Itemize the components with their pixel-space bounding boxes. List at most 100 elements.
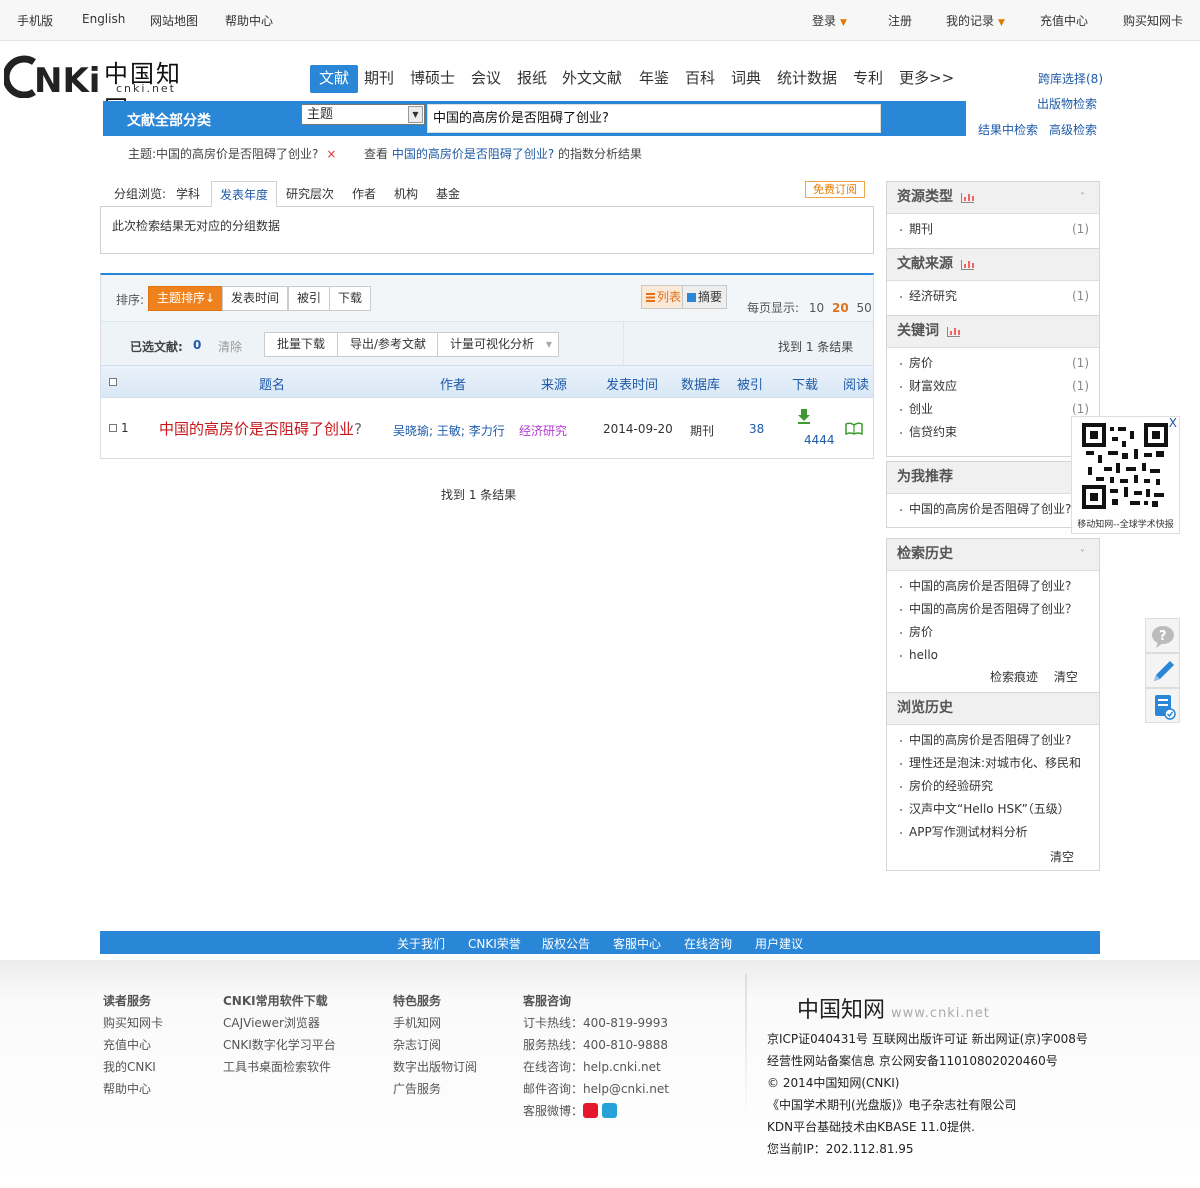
cross-db-link[interactable]: 跨库选择(8) [1038,70,1103,87]
help-link[interactable]: 帮助中心 [225,12,273,29]
per-page-20[interactable]: 20 [832,301,849,315]
view-list-button[interactable]: 列表 [641,285,687,309]
online-consult-link[interactable]: 在线咨询 [684,935,732,952]
search-trace-link[interactable]: 检索痕迹 [990,670,1038,684]
free-subscribe-button[interactable]: 免费订阅 [805,181,865,198]
honor-link[interactable]: CNKI荣誉 [468,935,521,952]
header-date[interactable]: 发表时间 [606,374,658,393]
tab-newspaper[interactable]: 报纸 [517,65,547,93]
sidebar-item[interactable]: 中国的高房价是否阻碍了创业? [887,729,1099,752]
about-link[interactable]: 关于我们 [397,935,445,952]
footer-link[interactable]: 广告服务 [393,1080,477,1102]
tab-yearbook[interactable]: 年鉴 [639,65,669,93]
recharge-link[interactable]: 充值中心 [1040,12,1088,29]
sidebar-item[interactable]: 房价 (1) [887,352,1099,375]
download-icon[interactable] [797,408,811,424]
read-book-icon[interactable] [845,422,863,435]
download-count[interactable]: 4444 [804,433,835,447]
close-icon[interactable]: × [326,147,336,161]
advanced-search-link[interactable]: 高级检索 [1049,121,1097,138]
sort-topic-button[interactable]: 主题排序↓ [148,286,225,311]
sort-date-button[interactable]: 发表时间 [222,286,289,311]
mobile-link[interactable]: 手机版 [17,12,53,29]
sidebar-item[interactable]: 信贷约束 [887,421,1099,444]
header-source[interactable]: 来源 [541,374,567,393]
tab-more[interactable]: 更多>> [899,65,954,93]
sidebar-item[interactable]: 财富效应 (1) [887,375,1099,398]
copyright-link[interactable]: 版权公告 [542,935,590,952]
sidebar-item[interactable]: 汉声中文“Hello HSK”（五级） [887,798,1099,821]
sidebar-item[interactable]: 房价 [887,621,1099,644]
feedback-question-button[interactable]: ? [1145,618,1180,653]
resource-type-header[interactable]: 资源类型 ˅ [887,182,1099,214]
search-input[interactable]: 中国的高房价是否阻碍了创业? [427,104,881,133]
service-center-link[interactable]: 客服中心 [613,935,661,952]
tab-patent[interactable]: 专利 [853,65,883,93]
footer-link[interactable]: 我的CNKI [103,1058,163,1080]
header-cited[interactable]: 被引 [737,374,763,393]
group-tab-institution[interactable]: 机构 [394,185,418,202]
tab-foreign[interactable]: 外文文献 [562,65,622,93]
checklist-button[interactable] [1145,688,1180,723]
user-suggestion-link[interactable]: 用户建议 [755,935,803,952]
cnki-logo[interactable]: NKi 中国知网 cnki.net [4,52,204,123]
header-author[interactable]: 作者 [440,374,466,393]
sort-cited-button[interactable]: 被引 [288,286,331,311]
index-analysis-link[interactable]: 中国的高房价是否阻碍了创业? [392,147,554,161]
sidebar-item[interactable]: 理性还是泡沫:对城市化、移民和 [887,752,1099,775]
publication-search-link[interactable]: 出版物检索 [1037,95,1097,112]
header-read[interactable]: 阅读 [843,374,869,393]
keywords-header[interactable]: 关键词 [887,316,1099,348]
tab-statistics[interactable]: 统计数据 [777,65,837,93]
per-page-10[interactable]: 10 [809,301,824,315]
source-link[interactable]: 经济研究 [519,422,567,439]
authors-link[interactable]: 吴晓瑜; 王敏; 李力行 [393,422,505,439]
clear-browse-history-button[interactable]: 清空 [1050,850,1074,864]
weibo-icon[interactable] [583,1103,599,1118]
sort-download-button[interactable]: 下载 [329,286,372,311]
sidebar-item[interactable]: 中国的高房价是否阻碍了创业? [887,498,1099,521]
tencent-weibo-icon[interactable] [602,1103,618,1118]
group-tab-fund[interactable]: 基金 [436,185,460,202]
export-button[interactable]: 导出/参考文献 [337,332,440,357]
visual-analysis-button[interactable]: 计量可视化分析 ▼ [437,332,560,357]
clear-search-history-button[interactable]: 清空 [1054,670,1078,684]
tab-thesis[interactable]: 博硕士 [410,65,455,93]
footer-link[interactable]: 邮件咨询：help@cnki.net [523,1080,669,1102]
cited-count[interactable]: 38 [749,422,764,436]
write-suggestion-button[interactable] [1145,653,1180,688]
group-tab-year[interactable]: 发表年度 [211,181,278,207]
category-selector[interactable]: 文献全部分类 [127,110,211,130]
sidebar-item[interactable]: 中国的高房价是否阻碍了创业？ [887,598,1099,621]
header-title[interactable]: 题名 [259,374,285,393]
sitemap-link[interactable]: 网站地图 [150,12,198,29]
login-link[interactable]: 登录 ▼ [812,12,847,29]
sidebar-item[interactable]: 期刊 (1) [887,218,1099,241]
footer-link[interactable]: 充值中心 [103,1036,163,1058]
sidebar-item[interactable]: 经济研究 (1) [887,285,1099,308]
batch-download-button[interactable]: 批量下载 [264,332,339,357]
per-page-50[interactable]: 50 [857,301,872,315]
select-all-checkbox[interactable] [109,378,117,386]
footer-link[interactable]: CNKI数字化学习平台 [223,1036,336,1058]
sidebar-item[interactable]: 创业 (1) [887,398,1099,421]
header-download[interactable]: 下载 [792,374,818,393]
footer-link[interactable]: 购买知网卡 [103,1014,163,1036]
sidebar-item-cont[interactable]: APP写作测试材料分析 [887,821,1099,844]
footer-link[interactable]: 数字出版物订阅 [393,1058,477,1080]
english-link[interactable]: English [82,12,125,26]
sidebar-item[interactable]: hello [887,644,1099,667]
search-field-select[interactable]: 主题 ▼ [301,104,425,125]
article-title-link[interactable]: 中国的高房价是否阻碍了创业? [159,418,362,439]
footer-link[interactable]: 在线咨询：help.cnki.net [523,1058,669,1080]
tab-literature[interactable]: 文献 [310,65,359,93]
tab-encyclopedia[interactable]: 百科 [685,65,715,93]
view-abstract-button[interactable]: 摘要 [682,285,728,309]
footer-link[interactable]: 杂志订阅 [393,1036,477,1058]
tab-journal[interactable]: 期刊 [364,65,394,93]
footer-link[interactable]: 工具书桌面检索软件 [223,1058,336,1080]
footer-link[interactable]: 帮助中心 [103,1080,163,1102]
search-in-results-link[interactable]: 结果中检索 [978,121,1038,138]
clear-selection-button[interactable]: 清除 [218,338,242,355]
sidebar-item[interactable]: 中国的高房价是否阻碍了创业? [887,575,1099,598]
